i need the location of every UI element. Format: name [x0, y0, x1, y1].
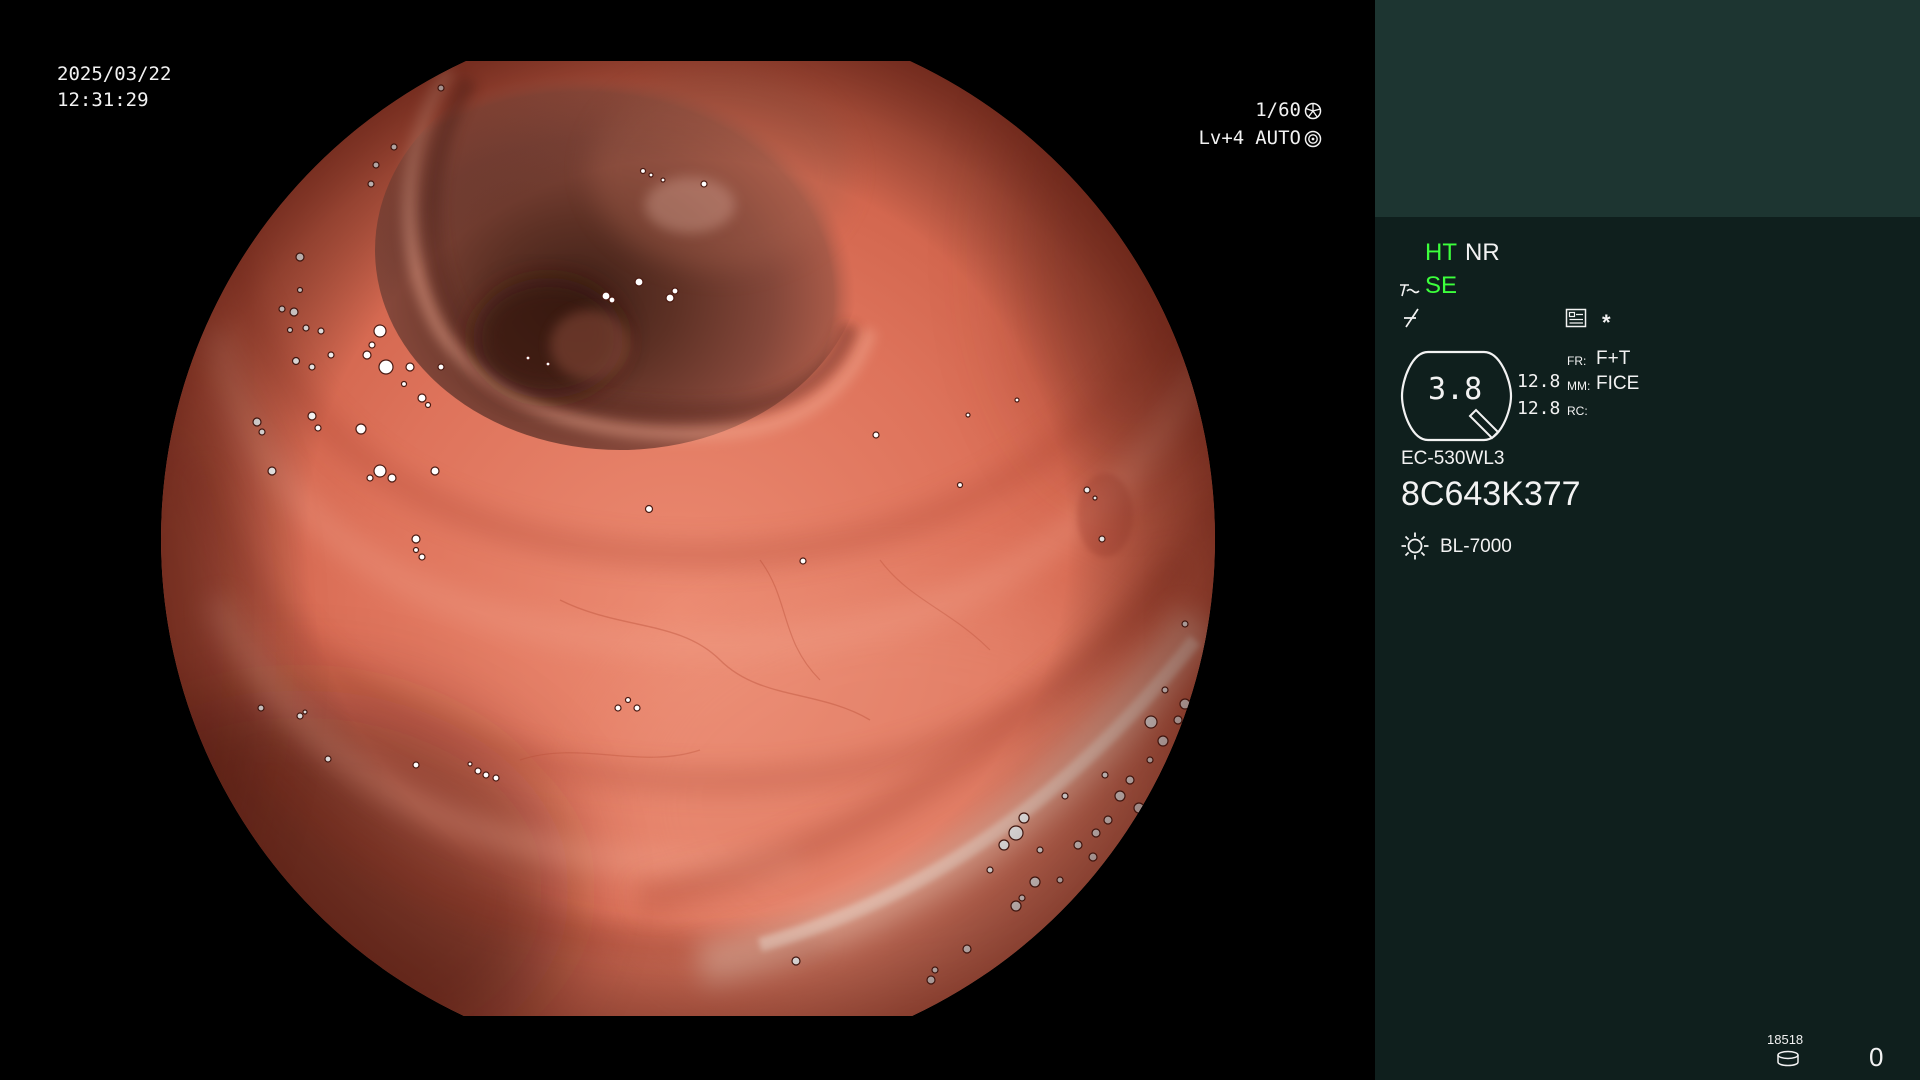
- parameter-value-1: 12.8: [1517, 371, 1561, 392]
- gamma-slash-icon: [1404, 308, 1419, 328]
- iris-auto-icon: [1304, 130, 1322, 147]
- light-source-icon: [1401, 532, 1429, 560]
- scope-serial: 8C643K377: [1401, 475, 1581, 513]
- vignette: [161, 61, 1215, 1016]
- shutter-speed: 1/60: [1255, 99, 1301, 121]
- exam-time: 12:31:29: [57, 89, 149, 111]
- enhancement-level: Lv+4: [1198, 127, 1245, 149]
- parameter-value-2: 12.8: [1517, 398, 1561, 419]
- shutter-icon: [1304, 102, 1322, 119]
- scope-tip-icon: [1468, 408, 1500, 440]
- memo-icon: [1565, 308, 1587, 328]
- mm-value: FICE: [1596, 373, 1640, 394]
- image-counter: 18518: [1767, 1032, 1804, 1047]
- status-panel-header: [1375, 0, 1920, 217]
- rc-label: RC:: [1567, 404, 1588, 418]
- fr-value: F+T: [1596, 348, 1631, 369]
- nr-indicator: NR: [1465, 239, 1500, 266]
- zoom-indicator: 3.8: [1400, 350, 1514, 442]
- ht-indicator: HT: [1425, 239, 1457, 266]
- fr-label: FR:: [1567, 354, 1587, 368]
- endoscopic-image: [161, 61, 1215, 1016]
- status-panel: HT NR SE * 3.8 12.8 12.8 FR: F+T MM: FIC…: [1375, 0, 1920, 1080]
- storage-count: 0: [1869, 1042, 1884, 1072]
- iris-readout: Lv+4 AUTO: [1198, 129, 1322, 148]
- iris-mode: AUTO: [1255, 127, 1301, 149]
- se-indicator: SE: [1425, 272, 1458, 299]
- zoom-value: 3.8: [1428, 372, 1483, 407]
- scope-model: EC-530WL3: [1401, 448, 1505, 469]
- mm-label: MM:: [1567, 379, 1591, 393]
- structure-enhancement-icon: [1400, 284, 1420, 297]
- exam-date: 2025/03/22: [57, 63, 172, 85]
- memo-marker: *: [1602, 310, 1611, 335]
- shutter-readout: 1/60: [1255, 101, 1322, 120]
- light-source-model: BL-7000: [1440, 536, 1512, 557]
- storage-disk-icon: [1777, 1050, 1799, 1067]
